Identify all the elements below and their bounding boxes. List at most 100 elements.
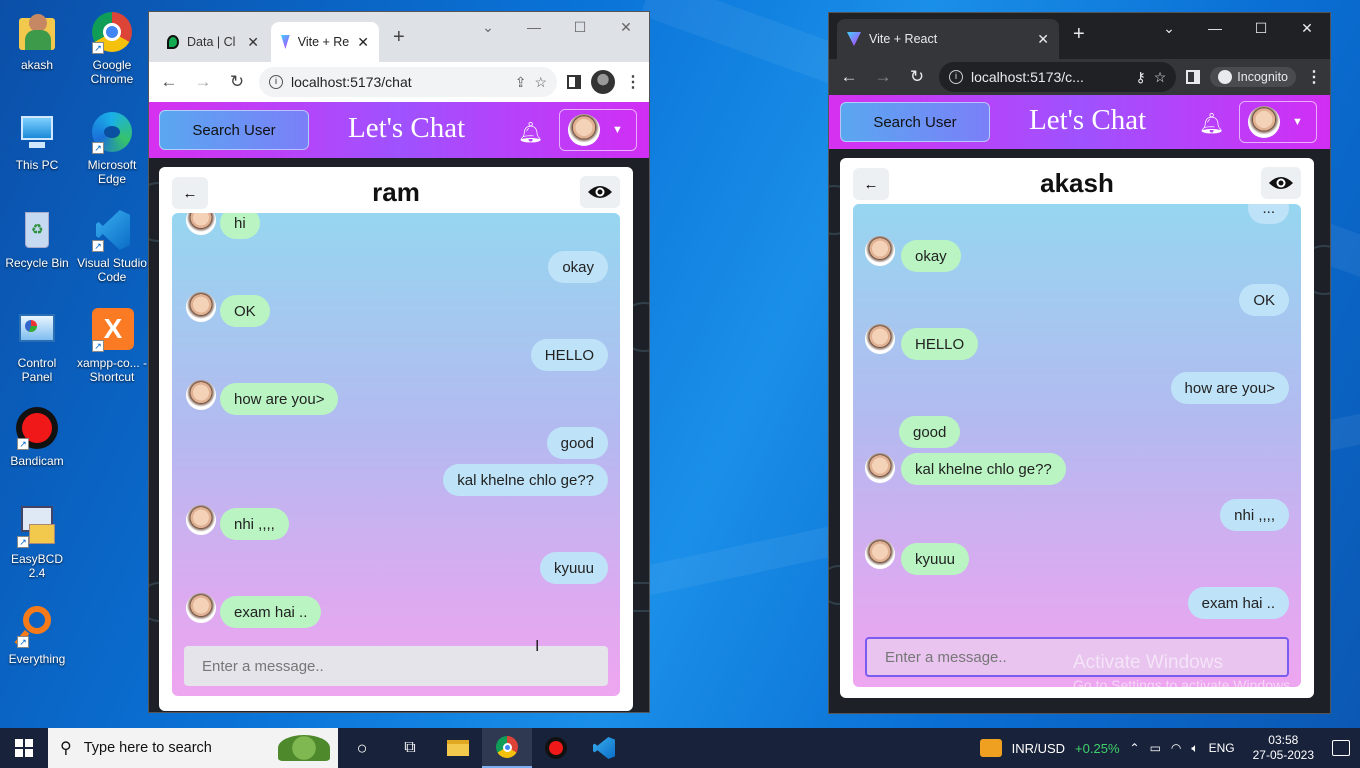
- share-icon[interactable]: ⇪: [515, 74, 527, 91]
- chrome-taskbar-icon[interactable]: [482, 728, 532, 768]
- desktop-icon-everything[interactable]: ↗ Everything: [1, 604, 73, 666]
- desktop-icon-easybcd[interactable]: ↗ EasyBCD 2.4: [1, 504, 73, 580]
- taskbar-search[interactable]: ⚲ Type here to search: [48, 728, 338, 768]
- currency-label[interactable]: INR/USD: [1012, 741, 1065, 756]
- language-indicator[interactable]: ENG: [1209, 741, 1235, 755]
- bandicam-taskbar-icon[interactable]: [532, 728, 580, 768]
- user-menu-button[interactable]: ▼: [1239, 101, 1317, 143]
- side-panel-icon[interactable]: [567, 75, 581, 89]
- search-user-button[interactable]: Search User: [159, 110, 309, 150]
- notification-center-icon[interactable]: [1332, 740, 1350, 756]
- chat-panel: ← ram hi okay OK HELLO how are you> good…: [159, 167, 633, 711]
- desktop-icon-chrome[interactable]: ↗ Google Chrome: [76, 10, 148, 86]
- eye-icon: [1269, 177, 1293, 189]
- desktop-icon-xampp[interactable]: X ↗ xampp-co... - Shortcut: [76, 308, 148, 384]
- forward-icon[interactable]: →: [871, 67, 895, 87]
- battery-icon[interactable]: ▭: [1150, 741, 1161, 755]
- message-bubble: good: [899, 416, 961, 448]
- back-icon[interactable]: ←: [157, 72, 181, 92]
- eye-icon: [588, 186, 612, 198]
- close-tab-icon[interactable]: ✕: [357, 34, 369, 51]
- desktop-icon-label: Bandicam: [10, 454, 64, 468]
- taskbar: ⚲ Type here to search ○ ⧉ INR/USD +0.25%…: [0, 728, 1360, 768]
- search-user-button[interactable]: Search User: [840, 102, 990, 142]
- desktop-icon-label: Everything: [8, 652, 66, 666]
- bookmark-star-icon[interactable]: ☆: [1154, 69, 1167, 86]
- minimize-icon[interactable]: —: [1192, 13, 1238, 43]
- user-menu-button[interactable]: ▼: [559, 109, 637, 151]
- tab-search-icon[interactable]: ⌄: [465, 12, 511, 42]
- control-panel-icon: [15, 308, 59, 352]
- task-view-icon[interactable]: ⧉: [386, 728, 434, 768]
- minimize-icon[interactable]: —: [511, 12, 557, 42]
- maximize-icon[interactable]: ☐: [557, 12, 603, 42]
- tab-search-icon[interactable]: ⌄: [1146, 13, 1192, 43]
- address-bar[interactable]: i localhost:5173/chat ⇪ ☆: [259, 67, 557, 97]
- message-bubble: how are you>: [1170, 372, 1289, 404]
- desktop-icon-bandicam[interactable]: ↗ Bandicam: [1, 406, 73, 468]
- start-button[interactable]: [0, 728, 48, 768]
- chevron-down-icon: ▼: [1292, 116, 1303, 128]
- close-window-icon[interactable]: ✕: [603, 12, 649, 42]
- maximize-icon[interactable]: ☐: [1238, 13, 1284, 43]
- message-list[interactable]: ... okay OK HELLO how are you> good kal …: [853, 204, 1301, 631]
- cortana-icon[interactable]: ○: [338, 728, 386, 768]
- avatar: [865, 324, 895, 354]
- desktop-icon-label: Google Chrome: [90, 58, 134, 86]
- chevron-up-icon[interactable]: ⌃: [1130, 741, 1140, 755]
- vscode-taskbar-icon[interactable]: [580, 728, 628, 768]
- message-bubble: good: [546, 427, 608, 459]
- message-bubble: ...: [1248, 204, 1289, 224]
- edge-icon: ↗: [90, 110, 134, 154]
- new-tab-icon[interactable]: +: [1073, 23, 1085, 46]
- url-text: localhost:5173/chat: [291, 74, 412, 90]
- info-icon: i: [269, 75, 283, 89]
- close-window-icon[interactable]: ✕: [1284, 13, 1330, 43]
- avatar: [568, 114, 600, 146]
- tab-vite-react[interactable]: Vite + React ✕: [837, 19, 1059, 59]
- volume-icon[interactable]: 🔈︎: [1191, 741, 1198, 756]
- profile-avatar[interactable]: [591, 70, 615, 94]
- desktop-icon-vscode[interactable]: ↗ Visual Studio Code: [76, 208, 148, 284]
- avatar: [186, 505, 216, 535]
- clock[interactable]: 03:58 27-05-2023: [1245, 733, 1322, 763]
- wifi-icon[interactable]: ◠: [1171, 741, 1181, 755]
- notification-bell-icon[interactable]: 🔔︎: [1199, 111, 1224, 136]
- close-tab-icon[interactable]: ✕: [247, 34, 259, 51]
- key-icon[interactable]: ⚷: [1135, 69, 1145, 86]
- address-bar[interactable]: i localhost:5173/c... ⚷ ☆: [939, 62, 1177, 92]
- desktop-icon-control-panel[interactable]: Control Panel: [1, 308, 73, 384]
- avatar: [865, 453, 895, 483]
- desktop-icon-akash[interactable]: akash: [1, 10, 73, 72]
- bookmark-star-icon[interactable]: ☆: [534, 74, 547, 91]
- windows-logo-icon: [15, 739, 33, 757]
- message-bubble: kal khelne chlo ge??: [443, 464, 608, 496]
- menu-icon[interactable]: ⋮: [625, 72, 641, 92]
- incognito-badge[interactable]: Incognito: [1210, 67, 1296, 87]
- vite-icon: [847, 32, 861, 46]
- reload-icon[interactable]: ↻: [225, 72, 249, 92]
- view-profile-button[interactable]: [580, 176, 620, 208]
- forward-icon[interactable]: →: [191, 72, 215, 92]
- stock-widget-icon[interactable]: [979, 739, 1002, 757]
- message-input[interactable]: Enter a message..: [184, 646, 608, 686]
- desktop-icon-edge[interactable]: ↗ Microsoft Edge: [76, 110, 148, 186]
- back-icon[interactable]: ←: [837, 67, 861, 87]
- tab-vite-react[interactable]: Vite + Re ✕: [271, 22, 379, 62]
- desktop-icon-this-pc[interactable]: This PC: [1, 110, 73, 172]
- reload-icon[interactable]: ↻: [905, 67, 929, 87]
- new-tab-icon[interactable]: +: [393, 26, 405, 49]
- side-panel-icon[interactable]: [1186, 70, 1201, 84]
- tab-title: Vite + Re: [297, 35, 350, 49]
- file-explorer-icon[interactable]: [434, 728, 482, 768]
- close-tab-icon[interactable]: ✕: [1037, 31, 1049, 48]
- message-bubble: okay: [901, 240, 961, 272]
- chat-header: ← akash: [840, 158, 1314, 208]
- desktop-icon-recycle-bin[interactable]: ♻ Recycle Bin: [1, 208, 73, 270]
- tab-data[interactable]: Data | Cl ✕: [157, 22, 269, 62]
- view-profile-button[interactable]: [1261, 167, 1301, 199]
- menu-icon[interactable]: ⋮: [1306, 67, 1322, 87]
- notification-bell-icon[interactable]: 🔔︎: [518, 120, 543, 145]
- message-list[interactable]: hi okay OK HELLO how are you> good kal k…: [172, 213, 620, 640]
- message-bubble: kyuuu: [901, 543, 970, 575]
